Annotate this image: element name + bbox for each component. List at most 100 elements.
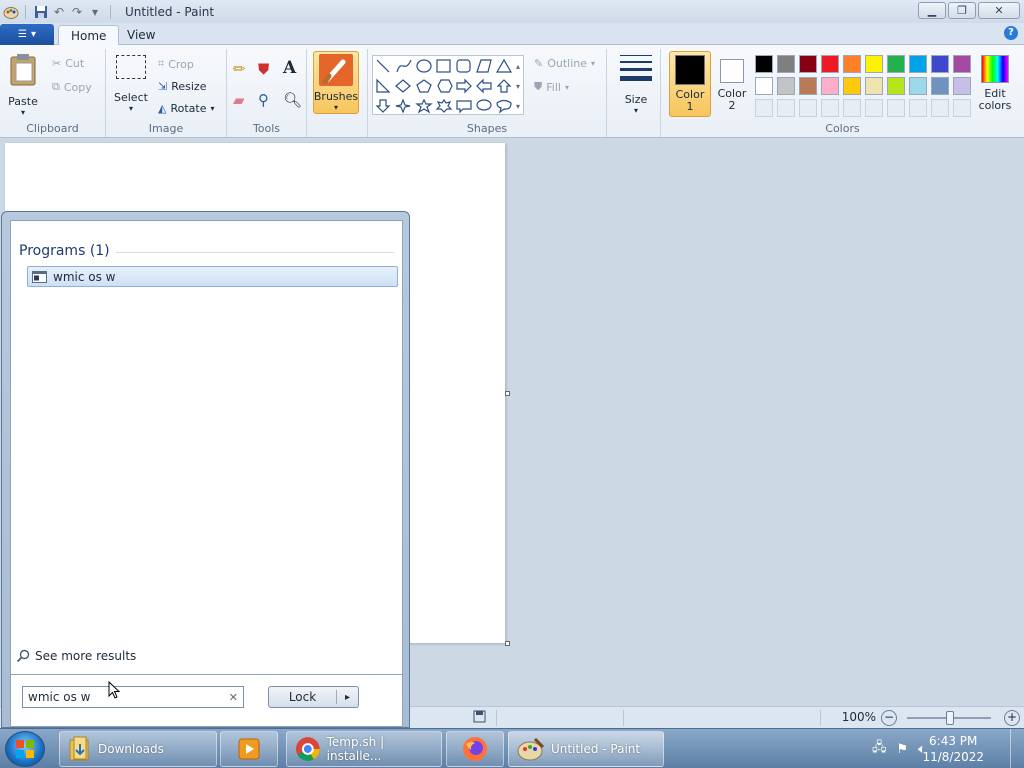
- brush-icon: [319, 54, 353, 86]
- color-swatch[interactable]: [953, 55, 971, 73]
- network-icon[interactable]: 🖧: [872, 738, 887, 760]
- custom-color-slot[interactable]: [953, 99, 971, 117]
- taskbar-item-firefox[interactable]: [446, 731, 504, 767]
- paste-button[interactable]: Paste ▾: [8, 53, 38, 117]
- color-swatch[interactable]: [799, 77, 817, 95]
- image-group: Select ▾ ⌗ Crop ⇲ Resize ◭ Rotate ▾ Image: [106, 49, 227, 137]
- color-swatch[interactable]: [931, 55, 949, 73]
- shapes-scroll[interactable]: ▴ ▾ ▾: [516, 57, 520, 117]
- zoom-out-button[interactable]: −: [881, 710, 897, 726]
- color-swatch[interactable]: [821, 55, 839, 73]
- chrome-icon: [295, 737, 320, 761]
- windows-logo-icon: [16, 740, 34, 758]
- help-icon[interactable]: ?: [1004, 26, 1018, 40]
- pencil-icon[interactable]: ✏: [233, 60, 246, 78]
- color2-button[interactable]: Color 2: [714, 51, 750, 117]
- custom-color-slot[interactable]: [755, 99, 773, 117]
- clear-search-icon[interactable]: ✕: [229, 691, 238, 704]
- start-menu: Programs (1) wmic os w See more results …: [1, 211, 410, 728]
- magnifier-icon[interactable]: 🔍︎: [283, 91, 302, 109]
- color-swatch[interactable]: [755, 55, 773, 73]
- size-button[interactable]: Size ▾: [618, 53, 654, 115]
- brushes-button[interactable]: Brushes ▾: [313, 51, 359, 114]
- resize-handle-right[interactable]: [505, 391, 510, 396]
- crop-button[interactable]: ⌗ Crop: [158, 57, 194, 71]
- color-swatch[interactable]: [909, 77, 927, 95]
- window-title: Untitled - Paint: [125, 4, 215, 19]
- color-swatch[interactable]: [931, 77, 949, 95]
- color-swatch[interactable]: [843, 55, 861, 73]
- color1-button[interactable]: Color 1: [669, 51, 711, 117]
- taskbar-clock[interactable]: 6:43 PM 11/8/2022: [922, 733, 984, 765]
- fill-button[interactable]: ⛊ Fill ▾: [534, 80, 569, 94]
- color-swatch[interactable]: [953, 77, 971, 95]
- action-center-flag-icon[interactable]: ⚑: [897, 742, 909, 757]
- custom-color-slot[interactable]: [931, 99, 949, 117]
- see-more-results-link[interactable]: See more results: [16, 649, 136, 663]
- lock-button[interactable]: Lock ▸: [268, 686, 359, 708]
- zoom-in-button[interactable]: +: [1004, 710, 1020, 726]
- taskbar-item-paint[interactable]: Untitled - Paint: [508, 731, 664, 767]
- eraser-icon[interactable]: ▰: [233, 91, 245, 109]
- rotate-button[interactable]: ◭ Rotate ▾: [158, 102, 215, 115]
- color-swatch[interactable]: [909, 55, 927, 73]
- tab-view[interactable]: View: [115, 25, 167, 46]
- save-icon[interactable]: [32, 3, 50, 21]
- close-button[interactable]: ✕: [978, 2, 1020, 19]
- clock-date: 11/8/2022: [922, 750, 984, 764]
- redo-icon[interactable]: ↷: [68, 3, 86, 21]
- header-divider: [116, 252, 394, 253]
- resize-handle-corner[interactable]: [505, 641, 510, 646]
- select-button[interactable]: Select ▾: [114, 55, 148, 113]
- color-swatch[interactable]: [755, 77, 773, 95]
- custom-color-slot[interactable]: [821, 99, 839, 117]
- color-swatch[interactable]: [821, 77, 839, 95]
- paste-icon: [10, 54, 36, 86]
- color-swatch[interactable]: [887, 77, 905, 95]
- mouse-cursor-icon: [108, 680, 121, 703]
- minimize-button[interactable]: ▁: [918, 2, 946, 19]
- customize-quick-access-icon[interactable]: ▾: [86, 3, 104, 21]
- cut-button[interactable]: ✂ Cut: [52, 57, 84, 70]
- taskbar-item-downloads[interactable]: Downloads: [59, 731, 217, 767]
- color-swatch[interactable]: [777, 77, 795, 95]
- custom-color-slot[interactable]: [777, 99, 795, 117]
- taskbar-item-media-player[interactable]: [220, 731, 278, 767]
- color-picker-icon[interactable]: ⚲: [258, 91, 269, 109]
- fill-bucket-icon[interactable]: ⛊: [258, 60, 269, 78]
- custom-color-slot[interactable]: [843, 99, 861, 117]
- color-swatch[interactable]: [887, 55, 905, 73]
- color-swatch[interactable]: [865, 77, 883, 95]
- undo-icon[interactable]: ↶: [50, 3, 68, 21]
- color-swatch[interactable]: [799, 55, 817, 73]
- taskbar-item-chrome[interactable]: Temp.sh | installe...: [286, 731, 442, 767]
- zoom-slider-thumb[interactable]: [946, 711, 954, 725]
- show-desktop-button[interactable]: [1010, 729, 1024, 768]
- clipboard-label: Clipboard: [26, 122, 79, 135]
- color-swatch[interactable]: [777, 55, 795, 73]
- edit-colors-button[interactable]: Edit colors: [974, 55, 1016, 112]
- console-icon: [32, 270, 47, 283]
- copy-icon: ⧉: [52, 80, 60, 93]
- start-search-input[interactable]: wmic os w ✕: [22, 686, 244, 708]
- restore-button[interactable]: ❐: [948, 2, 976, 19]
- shapes-gallery[interactable]: [372, 55, 524, 115]
- custom-color-slot[interactable]: [799, 99, 817, 117]
- color-swatch[interactable]: [843, 77, 861, 95]
- color1-swatch: [675, 55, 705, 85]
- outline-button[interactable]: ✎ Outline ▾: [534, 57, 595, 70]
- crop-icon: ⌗: [158, 57, 165, 70]
- text-tool-icon[interactable]: A: [283, 58, 296, 78]
- copy-button[interactable]: ⧉ Copy: [52, 80, 92, 94]
- power-options-arrow-icon[interactable]: ▸: [337, 692, 358, 703]
- custom-color-slot[interactable]: [865, 99, 883, 117]
- paint-menu-button[interactable]: ☰ ▾: [0, 24, 54, 45]
- paint-app-icon[interactable]: [3, 4, 19, 20]
- program-result-item[interactable]: wmic os w: [27, 266, 398, 287]
- color-swatch[interactable]: [865, 55, 883, 73]
- tab-home[interactable]: Home: [58, 25, 120, 46]
- custom-color-slot[interactable]: [887, 99, 905, 117]
- start-button[interactable]: [5, 731, 45, 767]
- custom-color-slot[interactable]: [909, 99, 927, 117]
- resize-button[interactable]: ⇲ Resize: [158, 80, 206, 93]
